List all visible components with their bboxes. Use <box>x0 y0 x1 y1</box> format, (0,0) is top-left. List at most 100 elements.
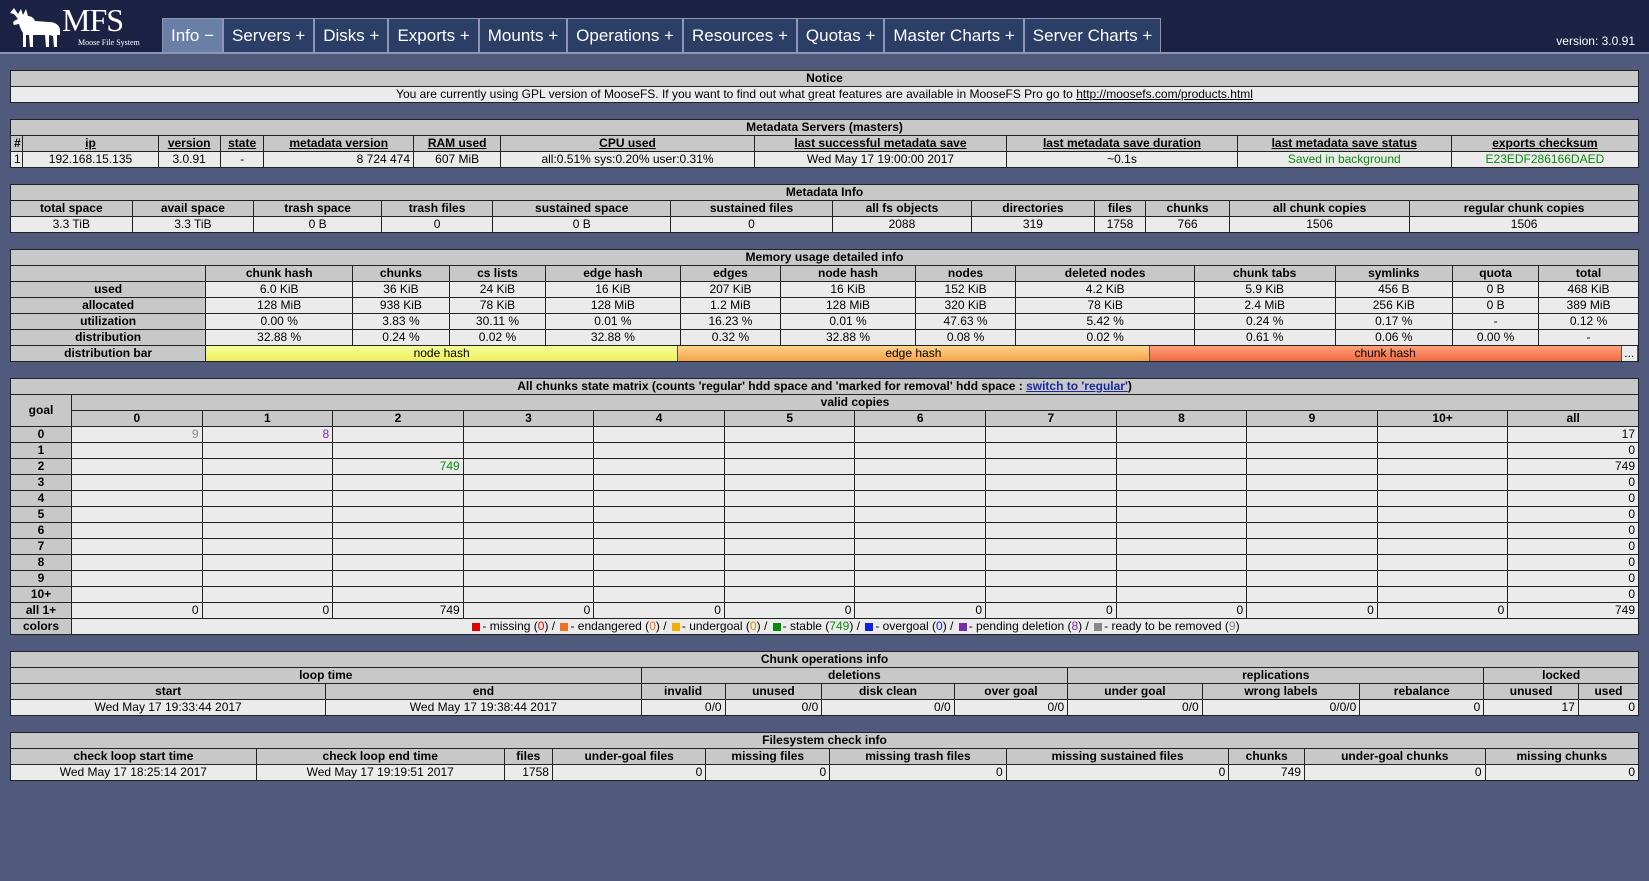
pro-link[interactable]: http://moosefs.com/products.html <box>1076 88 1253 102</box>
header-metadata-version[interactable]: metadata version <box>263 135 415 152</box>
tab-mounts[interactable]: Mounts + <box>478 18 568 53</box>
distribution-more[interactable]: ... <box>1621 346 1638 361</box>
header-chunks: chunks <box>1228 748 1305 765</box>
table-row: Wed May 17 19:33:44 2017 Wed May 17 19:38… <box>9 699 1640 716</box>
legend-label: - pending deletion ( <box>968 619 1072 634</box>
cell-regular-chunk-copies: 1506 <box>1409 216 1639 233</box>
mfs-logo[interactable]: MFS Moose File System <box>10 2 145 48</box>
switch-regular-link[interactable]: switch to 'regular' <box>1026 380 1128 394</box>
sort-link[interactable]: last successful metadata save <box>794 137 966 151</box>
memory-header-row: chunk hash chunks cs lists edge hash edges no… <box>9 265 1639 282</box>
cell-missing-chunks: 0 <box>1484 764 1640 781</box>
memory-table: Memory usage detailed info chunk hash chu… <box>9 249 1639 362</box>
matrix-cell <box>1376 458 1509 475</box>
cell-missing-trash-files: 0 <box>829 764 1007 781</box>
cell-trash-space: 0 B <box>253 216 383 233</box>
cell-deleted-nodes: 78 KiB <box>1015 297 1195 314</box>
chunk-matrix-title-text: All chunks state matrix (counts 'regular… <box>517 379 1027 394</box>
sort-link[interactable]: last metadata save duration <box>1043 137 1201 151</box>
header-missing-trash-files: missing trash files <box>829 748 1007 765</box>
table-row: 50 <box>10 506 1639 523</box>
header-ip[interactable]: ip <box>22 135 159 152</box>
header-missing-files: missing files <box>705 748 831 765</box>
cell-missing-sustained-files: 0 <box>1005 764 1230 781</box>
tab-servers[interactable]: Servers + <box>223 18 315 53</box>
cell-quota: - <box>1452 313 1540 330</box>
header-version[interactable]: version <box>157 135 221 152</box>
tab-disks[interactable]: Disks + <box>314 18 389 53</box>
matrix-cell <box>71 506 203 523</box>
header-state[interactable]: state <box>219 135 265 152</box>
sort-link[interactable]: exports checksum <box>1492 137 1597 151</box>
matrix-cell: 0 <box>854 602 987 619</box>
matrix-cell <box>854 458 987 475</box>
legend-sep: ) / <box>756 619 771 634</box>
cell-unused: 17 <box>1483 699 1579 716</box>
cell-chunk-tabs: 2.4 MiB <box>1193 297 1336 314</box>
header-under-goal-files: under-goal files <box>551 748 707 765</box>
tab-server-charts[interactable]: Server Charts + <box>1023 18 1162 53</box>
header-directories: directories <box>971 200 1095 217</box>
matrix-cell <box>593 442 725 459</box>
sort-link[interactable]: last metadata save status <box>1272 137 1417 151</box>
cell-edges: 207 KiB <box>679 281 782 298</box>
sort-link[interactable]: metadata version <box>289 137 388 151</box>
chunk-operations-table: Chunk operations info loop time deletion… <box>9 651 1640 716</box>
legend-count: 9 <box>1228 619 1236 634</box>
header-last-successful-metadata-save[interactable]: last successful metadata save <box>753 135 1008 152</box>
tab-resources[interactable]: Resources + <box>682 18 797 53</box>
matrix-cell <box>1376 538 1509 555</box>
tab-info[interactable]: Info − <box>162 18 224 53</box>
tab-master-charts[interactable]: Master Charts + <box>884 18 1024 53</box>
cell-symlinks: 0.06 % <box>1334 329 1454 346</box>
cell-ram-used: 607 MiB <box>413 151 502 168</box>
matrix-cell <box>1376 442 1509 459</box>
cell-unused: 0/0 <box>724 699 823 716</box>
tab-exports[interactable]: Exports + <box>388 18 479 53</box>
legend-label: - endangered ( <box>570 619 650 634</box>
table-row: 80 <box>10 554 1639 571</box>
sort-link[interactable]: version <box>168 137 211 151</box>
cell-all-chunk-copies: 1506 <box>1228 216 1411 233</box>
header-exports-checksum[interactable]: exports checksum <box>1450 135 1640 152</box>
table-row: utilization 0.00 % 3.83 % 30.11 % 0.01 % 16.2… <box>9 313 1639 330</box>
table-row: 1 192.168.15.135 3.0.91-8 724 474 607 MiB al… <box>9 151 1640 168</box>
header-total: total <box>1538 265 1639 282</box>
goal-4: 4 <box>10 490 72 507</box>
matrix-cell <box>593 506 725 523</box>
matrix-cell <box>723 490 856 507</box>
matrix-cell <box>593 570 725 587</box>
moose-icon <box>10 8 60 47</box>
matrix-cell <box>593 554 725 571</box>
cell-chunks: 938 KiB <box>352 297 450 314</box>
sort-link[interactable]: ip <box>85 137 96 151</box>
sort-link[interactable]: CPU used <box>599 137 656 151</box>
sort-link[interactable]: RAM used <box>428 137 487 151</box>
matrix-cell <box>985 554 1117 571</box>
matrix-cell <box>332 586 464 603</box>
header-cpu-used[interactable]: CPU used <box>500 135 755 152</box>
matrix-cell <box>462 426 595 443</box>
distribution-bar-cell: node hash edge hash chunk hash... <box>205 345 1639 362</box>
cell-edge-hash: 32.88 % <box>545 329 681 346</box>
legend-swatch <box>772 622 781 631</box>
matrix-cell <box>1376 506 1509 523</box>
header-last-metadata-save-duration[interactable]: last metadata save duration <box>1006 135 1238 152</box>
metadata-info-table: Metadata Info total space avail space tras… <box>10 184 1639 233</box>
sort-link[interactable]: state <box>228 137 256 151</box>
cell-directories: 319 <box>971 216 1095 233</box>
chunk-matrix-table: All chunks state matrix (counts 'regular… <box>10 378 1639 635</box>
header-last-metadata-save-status[interactable]: last metadata save status <box>1236 135 1452 152</box>
matrix-cell <box>723 522 856 539</box>
cell-all-fs-objects: 2088 <box>831 216 973 233</box>
matrix-cell: 17 <box>1507 426 1639 443</box>
header-under-goal: under goal <box>1067 683 1203 700</box>
matrix-cell: 0 <box>1507 474 1639 491</box>
matrix-cell <box>1115 490 1248 507</box>
tab-quotas[interactable]: Quotas + <box>796 18 885 53</box>
fs-check-header-row: check loop start time check loop end time… <box>10 748 1640 765</box>
matrix-cell <box>332 490 464 507</box>
tab-operations[interactable]: Operations + <box>567 18 683 53</box>
header-ram-used[interactable]: RAM used <box>413 135 502 152</box>
cell-col: 1 <box>9 151 24 168</box>
